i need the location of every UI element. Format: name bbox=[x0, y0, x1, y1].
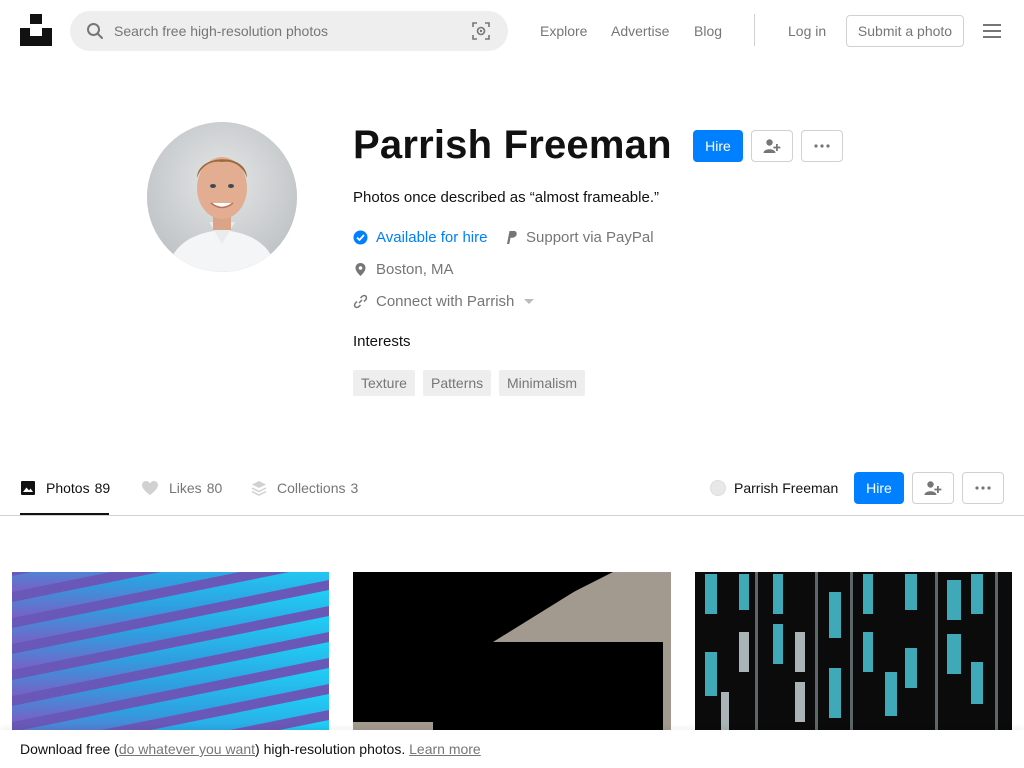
nav-explore[interactable]: Explore bbox=[540, 23, 587, 39]
interest-tag-patterns[interactable]: Patterns bbox=[423, 370, 492, 396]
top-navbar: Explore Advertise Blog Log in Submit a p… bbox=[0, 0, 1024, 62]
paypal-row[interactable]: Support via PayPal bbox=[505, 229, 654, 246]
hamburger-menu-icon[interactable] bbox=[982, 22, 1002, 40]
photo-beige-stairs bbox=[353, 572, 671, 732]
nav-divider bbox=[754, 14, 755, 46]
heart-icon bbox=[142, 481, 158, 495]
tab-collections[interactable]: Collections 3 bbox=[251, 480, 358, 496]
sticky-user-info[interactable]: Parrish Freeman bbox=[710, 480, 838, 496]
photo-building-windows bbox=[695, 572, 1012, 732]
chevron-down-icon[interactable] bbox=[524, 298, 535, 305]
tab-collections-label: Collections bbox=[277, 480, 346, 496]
submit-photo-button[interactable]: Submit a photo bbox=[846, 15, 964, 47]
available-for-hire-link[interactable]: Available for hire bbox=[376, 229, 487, 246]
connect-dropdown[interactable]: Connect with Parrish bbox=[353, 293, 542, 310]
banner-text: Download free (do whatever you want) hig… bbox=[20, 741, 481, 757]
profile-avatar bbox=[147, 122, 297, 272]
paypal-link[interactable]: Support via PayPal bbox=[526, 229, 654, 246]
learn-more-link[interactable]: Learn more bbox=[409, 741, 481, 757]
paypal-icon bbox=[507, 231, 517, 244]
ellipsis-icon bbox=[814, 144, 830, 148]
location-text: Boston, MA bbox=[376, 261, 454, 278]
license-link[interactable]: do whatever you want bbox=[119, 741, 255, 757]
tab-photos-label: Photos bbox=[46, 480, 90, 496]
interests-heading: Interests bbox=[353, 333, 411, 350]
hire-button[interactable]: Hire bbox=[693, 130, 743, 162]
photo-card-3[interactable] bbox=[695, 572, 1012, 732]
photo-card-2[interactable] bbox=[353, 572, 671, 732]
search-bar[interactable] bbox=[70, 11, 508, 51]
location-row: Boston, MA bbox=[353, 261, 454, 278]
search-icon[interactable] bbox=[86, 22, 104, 40]
sticky-follow-button[interactable] bbox=[912, 472, 954, 504]
add-user-icon bbox=[763, 139, 781, 153]
login-link[interactable]: Log in bbox=[788, 23, 826, 39]
visual-search-icon[interactable] bbox=[472, 22, 490, 40]
avatar-portrait-image bbox=[147, 122, 297, 272]
available-for-hire-row[interactable]: Available for hire bbox=[353, 229, 487, 246]
interest-tag-minimalism[interactable]: Minimalism bbox=[499, 370, 585, 396]
search-input[interactable] bbox=[114, 11, 454, 51]
tab-likes-count: 80 bbox=[206, 480, 223, 496]
banner-prefix: Download free ( bbox=[20, 741, 119, 757]
follow-button[interactable] bbox=[751, 130, 793, 162]
nav-advertise[interactable]: Advertise bbox=[611, 23, 669, 39]
mini-avatar bbox=[710, 480, 726, 496]
tab-collections-count: 3 bbox=[350, 480, 359, 496]
ellipsis-icon bbox=[975, 486, 991, 490]
banner-suffix: ) high-resolution photos. bbox=[255, 741, 406, 757]
tab-photos-count: 89 bbox=[94, 480, 111, 496]
sticky-hire-button[interactable]: Hire bbox=[854, 472, 904, 504]
location-pin-icon bbox=[355, 263, 366, 276]
photo-icon bbox=[21, 481, 35, 495]
download-banner: Download free (do whatever you want) hig… bbox=[0, 730, 1024, 768]
nav-blog[interactable]: Blog bbox=[694, 23, 722, 39]
more-options-button[interactable] bbox=[801, 130, 843, 162]
add-user-icon bbox=[924, 481, 942, 495]
tab-photos[interactable]: Photos 89 bbox=[20, 480, 110, 496]
tab-likes-label: Likes bbox=[169, 480, 202, 496]
photo-card-1[interactable] bbox=[12, 572, 329, 732]
collections-stack-icon bbox=[251, 481, 267, 496]
sticky-more-button[interactable] bbox=[962, 472, 1004, 504]
profile-name: Parrish Freeman bbox=[353, 123, 672, 167]
profile-tabs: Photos 89 Likes 80 Collections 3 Parrish… bbox=[0, 462, 1024, 516]
tab-likes[interactable]: Likes 80 bbox=[141, 480, 222, 496]
link-icon bbox=[353, 294, 368, 309]
verified-check-icon bbox=[353, 230, 368, 245]
photo-blue-louvers bbox=[12, 572, 329, 732]
connect-label[interactable]: Connect with Parrish bbox=[376, 293, 514, 310]
active-tab-indicator bbox=[20, 513, 109, 515]
profile-bio: Photos once described as “almost frameab… bbox=[353, 189, 659, 206]
interest-tag-texture[interactable]: Texture bbox=[353, 370, 415, 396]
sticky-user-name: Parrish Freeman bbox=[734, 480, 839, 496]
unsplash-logo[interactable] bbox=[20, 14, 52, 46]
